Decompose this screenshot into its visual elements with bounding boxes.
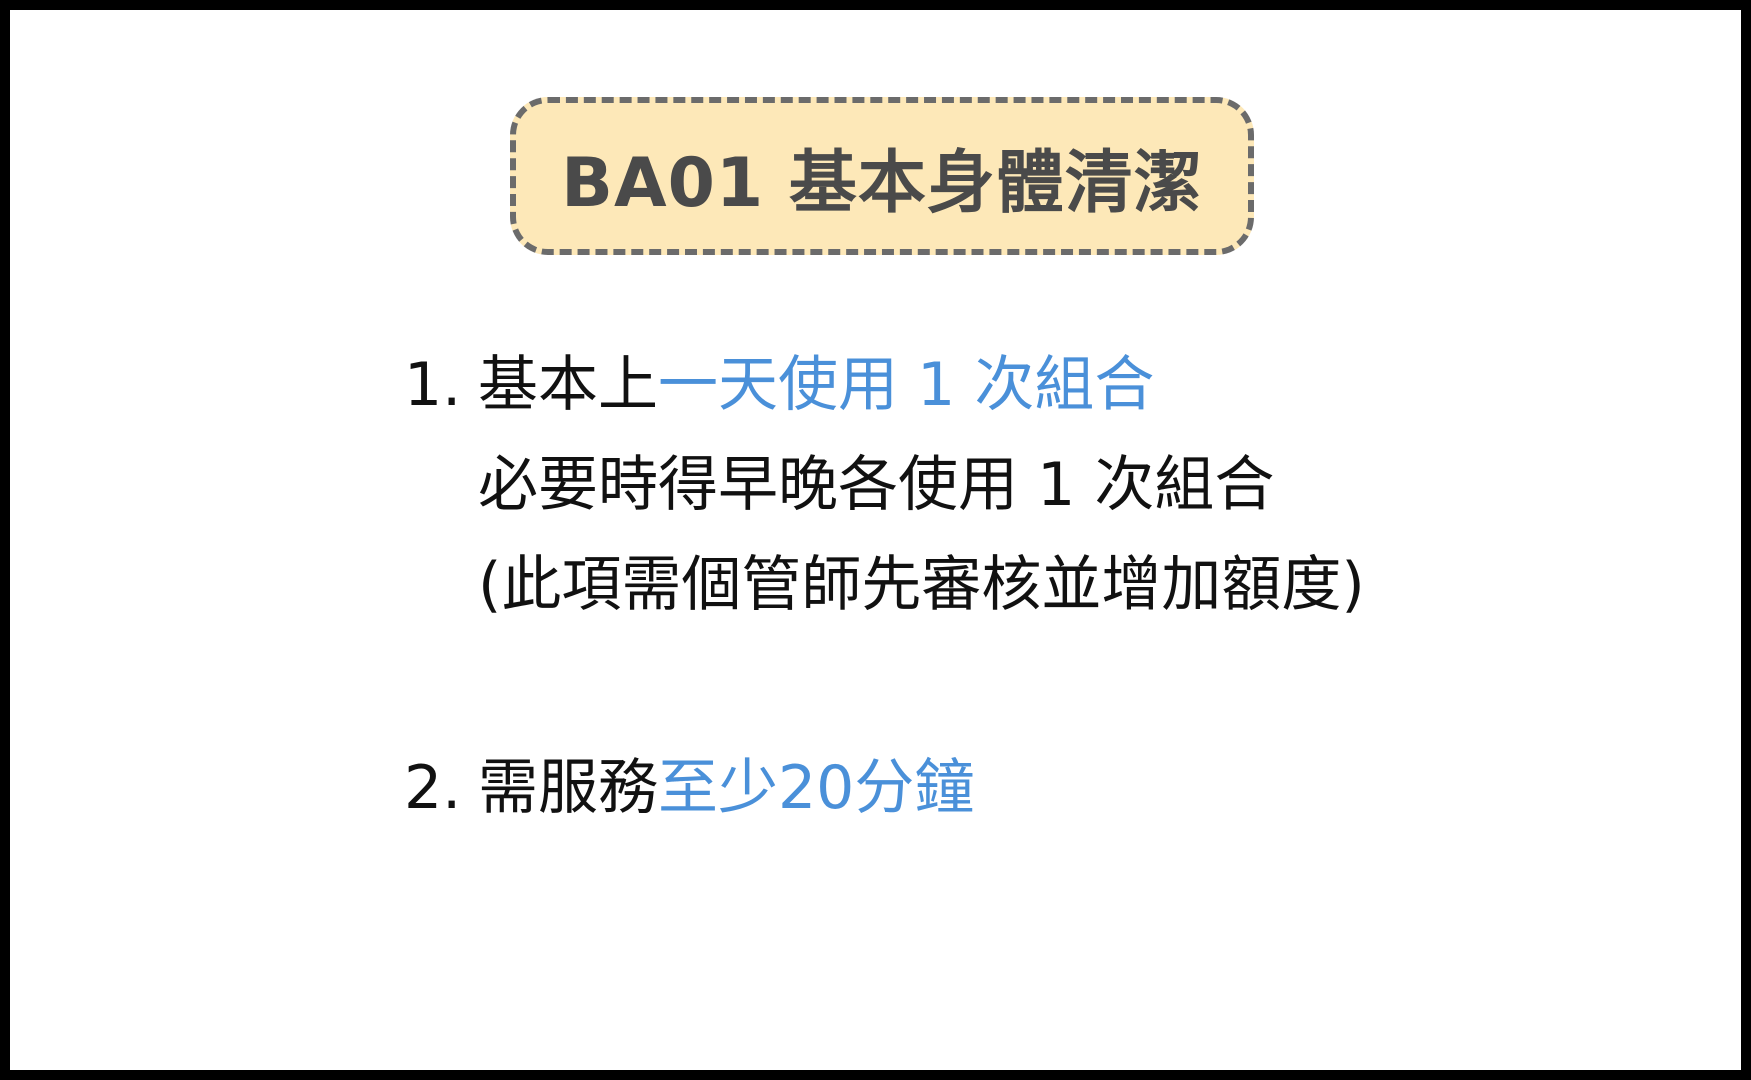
page-title: BA01 基本身體清潔: [561, 143, 1203, 223]
slide: BA01 基本身體清潔 1. 基本上一天使用 1 次組合 必要時得早晚各使用 1 …: [10, 10, 1741, 1070]
item-1-line-1: 1. 基本上一天使用 1 次組合: [404, 345, 1154, 425]
item-2-number: 2.: [404, 753, 462, 823]
item-1-line-3-text: (此項需個管師先審核並增加額度): [478, 550, 1365, 620]
title-box: BA01 基本身體清潔: [510, 97, 1254, 255]
item-1-line-2: 必要時得早晚各使用 1 次組合: [478, 445, 1274, 525]
item-1-prefix: 基本上: [478, 350, 658, 420]
item-2-prefix: 需服務: [478, 753, 658, 823]
item-2-line-1: 2. 需服務至少20分鐘: [404, 748, 974, 828]
item-1-line-2-text: 必要時得早晚各使用 1 次組合: [478, 450, 1275, 520]
item-2-highlight: 至少20分鐘: [658, 753, 975, 823]
item-1-highlight: 一天使用 1 次組合: [658, 350, 1155, 420]
item-1-number: 1.: [404, 350, 462, 420]
item-1-line-3: (此項需個管師先審核並增加額度): [478, 545, 1365, 625]
